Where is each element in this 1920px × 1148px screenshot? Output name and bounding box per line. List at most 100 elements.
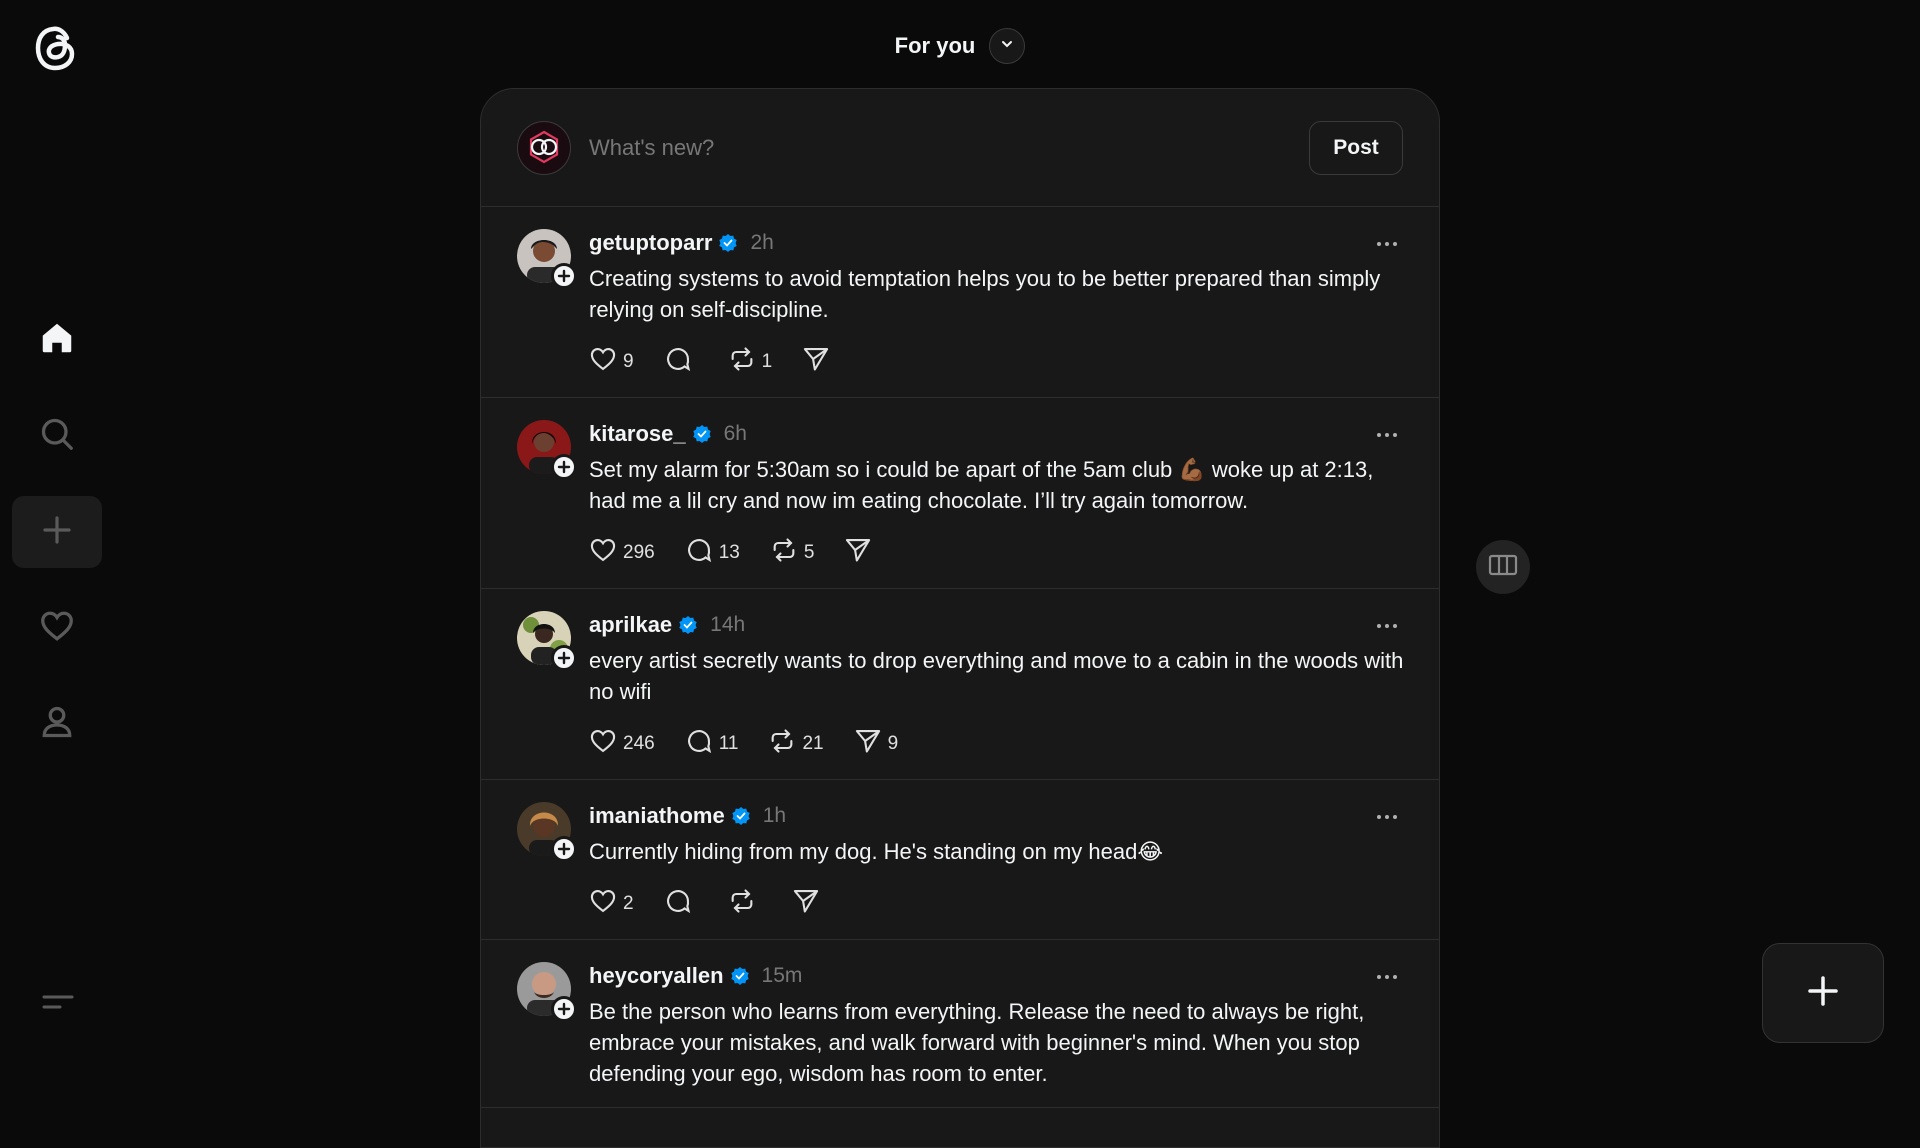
like-count: 2 — [623, 893, 634, 914]
reply-button[interactable]: 11 — [685, 727, 739, 761]
like-button[interactable]: 9 — [589, 345, 634, 379]
post-avatar[interactable] — [517, 962, 577, 1022]
post-username[interactable]: aprilkae — [589, 612, 672, 638]
feed-switch-button[interactable] — [989, 28, 1026, 64]
post-actions: 2 — [589, 887, 1403, 921]
floating-create-button[interactable] — [1762, 943, 1884, 1043]
post-item: heycoryallen 15m Be the person who learn… — [481, 940, 1439, 1108]
comment-icon — [685, 536, 713, 570]
reply-button[interactable]: 13 — [685, 536, 740, 570]
more-options-button[interactable] — [1371, 964, 1403, 988]
verified-badge-icon — [730, 966, 750, 986]
menu-button[interactable] — [30, 980, 86, 1028]
follow-plus-icon[interactable] — [551, 996, 577, 1022]
post-text: every artist secretly wants to drop ever… — [589, 648, 1404, 704]
add-column-button[interactable] — [1476, 540, 1530, 594]
ellipsis-icon — [1376, 807, 1398, 825]
reply-count: 11 — [718, 733, 739, 754]
plus-icon — [1806, 974, 1840, 1013]
chevron-down-icon — [999, 36, 1015, 57]
post-username[interactable]: getuptoparr — [589, 230, 712, 256]
post-actions: 246 11 21 9 — [589, 727, 1403, 761]
post-timestamp: 15m — [761, 964, 803, 987]
post-text: Be the person who learns from everything… — [589, 999, 1365, 1086]
send-icon — [792, 887, 820, 921]
person-icon — [39, 704, 75, 745]
sidebar-item-activity[interactable] — [12, 592, 102, 664]
like-count: 9 — [623, 351, 634, 372]
post-avatar[interactable] — [517, 420, 577, 480]
repost-button[interactable]: 5 — [770, 536, 814, 570]
repost-icon — [728, 887, 756, 921]
post-item: getuptoparr 2h Creating systems to avoid… — [481, 207, 1439, 398]
heart-icon — [589, 887, 617, 921]
heart-icon — [589, 536, 617, 570]
more-options-button[interactable] — [1371, 231, 1403, 255]
post-avatar[interactable] — [517, 802, 577, 862]
compose-input[interactable] — [589, 134, 1309, 161]
post-avatar[interactable] — [517, 229, 577, 289]
heart-icon — [589, 727, 617, 761]
reply-button[interactable] — [664, 345, 698, 379]
like-count: 246 — [623, 733, 655, 754]
repost-button[interactable]: 21 — [768, 727, 824, 761]
comment-icon — [685, 727, 713, 761]
sidebar-item-home[interactable] — [12, 304, 102, 376]
ellipsis-icon — [1376, 234, 1398, 252]
like-button[interactable]: 2 — [589, 887, 634, 921]
share-button[interactable]: 9 — [854, 727, 898, 761]
like-button[interactable]: 246 — [589, 727, 655, 761]
search-icon — [39, 416, 75, 457]
share-button[interactable] — [792, 887, 826, 921]
columns-icon — [1488, 553, 1518, 582]
post-timestamp: 2h — [750, 231, 774, 254]
sidebar-item-profile[interactable] — [12, 688, 102, 760]
ellipsis-icon — [1376, 616, 1398, 634]
post-actions: 9 1 — [589, 345, 1403, 379]
sidebar-item-search[interactable] — [12, 400, 102, 472]
sidebar — [0, 0, 116, 1080]
reply-count: 13 — [718, 542, 740, 563]
ellipsis-icon — [1376, 967, 1398, 985]
heart-icon — [589, 345, 617, 379]
avatar[interactable] — [517, 120, 571, 175]
more-options-button[interactable] — [1371, 422, 1403, 446]
follow-plus-icon[interactable] — [551, 263, 577, 289]
post-username[interactable]: kitarose_ — [589, 421, 686, 447]
share-button[interactable] — [844, 536, 878, 570]
feed-title: For you — [894, 33, 976, 58]
feed-column: Post getuptoparr 2h Creating systems to … — [480, 88, 1440, 1148]
repost-button[interactable] — [728, 887, 762, 921]
post-button[interactable]: Post — [1309, 120, 1403, 175]
repost-button[interactable]: 1 — [728, 345, 772, 379]
post-item: kitarose_ 6h Set my alarm for 5:30am so … — [481, 398, 1439, 589]
threads-logo-icon[interactable] — [30, 20, 82, 76]
post-avatar[interactable] — [517, 611, 577, 671]
follow-plus-icon[interactable] — [551, 454, 577, 480]
plus-icon — [41, 514, 73, 551]
home-icon — [38, 319, 76, 362]
post-username[interactable]: heycoryallen — [589, 963, 724, 989]
more-options-button[interactable] — [1371, 804, 1403, 828]
feed-header: For you — [480, 24, 1440, 68]
like-button[interactable]: 296 — [589, 536, 655, 570]
post-text: Set my alarm for 5:30am so i could be ap… — [589, 457, 1374, 513]
share-button[interactable] — [802, 345, 836, 379]
sidebar-item-create[interactable] — [12, 496, 102, 568]
post-text: Currently hiding from my dog. He's stand… — [589, 839, 1164, 864]
post-item: aprilkae 14h every artist secretly wants… — [481, 589, 1439, 780]
follow-plus-icon[interactable] — [551, 645, 577, 671]
post-username[interactable]: imaniathome — [589, 803, 725, 829]
post-item: imaniathome 1h Currently hiding from my … — [481, 780, 1439, 940]
post-text: Creating systems to avoid temptation hel… — [589, 266, 1381, 322]
verified-badge-icon — [678, 615, 698, 635]
send-icon — [802, 345, 830, 379]
reply-button[interactable] — [664, 887, 698, 921]
follow-plus-icon[interactable] — [551, 836, 577, 862]
repost-icon — [768, 727, 796, 761]
send-icon — [854, 727, 882, 761]
menu-icon — [41, 991, 75, 1018]
post-timestamp: 14h — [710, 613, 746, 636]
more-options-button[interactable] — [1371, 613, 1403, 637]
verified-badge-icon — [731, 806, 751, 826]
